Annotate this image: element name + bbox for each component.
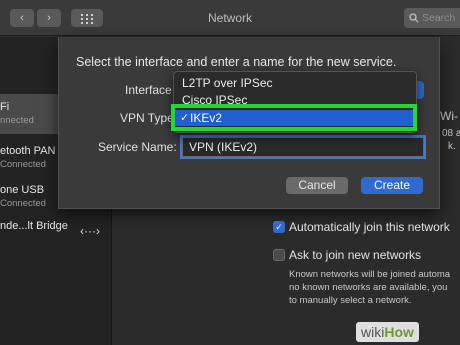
ip-fragment: 08 a — [442, 128, 460, 139]
ask-join-label: Ask to join new networks — [289, 248, 422, 262]
note-line: to manually select a network. — [289, 295, 412, 306]
text-fragment: k. — [448, 141, 456, 152]
service-name: nde...lt Bridge — [0, 220, 68, 232]
watermark-part1: wiki — [361, 324, 385, 340]
cancel-button[interactable]: Cancel — [286, 177, 348, 194]
auto-join-checkbox[interactable]: ✓ — [273, 221, 285, 233]
note-line: no known networks are available, you — [289, 282, 448, 293]
window-title: Network — [207, 11, 252, 25]
connector-icon: ‹···› — [80, 224, 100, 238]
wikihow-watermark: wikiHow — [356, 322, 419, 342]
create-button[interactable]: Create — [361, 177, 423, 194]
note-line: Known networks will be joined automa — [289, 269, 451, 280]
service-name-label: Service Name: — [98, 140, 177, 154]
interface-label: Interface — [125, 83, 172, 97]
search-input[interactable]: Search — [404, 8, 460, 28]
service-name: etooth PAN — [0, 145, 56, 157]
service-name: one USB — [0, 184, 45, 196]
watermark-part2: How — [384, 324, 414, 340]
network-name-fragment: Wi- — [440, 109, 458, 123]
vpn-type-label: VPN Type — [120, 111, 174, 125]
auto-join-label: Automatically join this network — [289, 220, 450, 234]
menu-item-l2tp[interactable]: L2TP over IPSec — [174, 75, 416, 91]
service-name: Fi — [0, 101, 10, 113]
highlight-box — [171, 104, 417, 131]
ask-join-note: Known networks will be joined automa no … — [289, 268, 460, 307]
ask-join-checkbox[interactable] — [273, 249, 285, 261]
search-icon — [409, 13, 419, 23]
search-placeholder: Search — [422, 12, 456, 24]
interface-popup-edge[interactable] — [416, 81, 424, 99]
service-name-field[interactable]: VPN (IKEv2) — [182, 137, 424, 157]
title-bar: ‹ › Network Search — [0, 0, 460, 36]
dialog-prompt: Select the interface and enter a name fo… — [76, 55, 397, 69]
